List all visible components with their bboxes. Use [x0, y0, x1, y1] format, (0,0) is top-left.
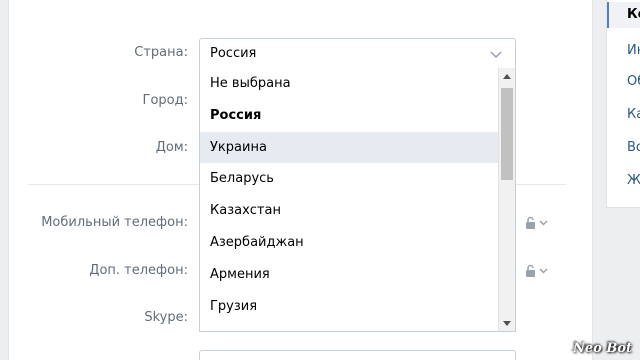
- country-option[interactable]: Украина: [200, 131, 498, 164]
- chevron-down-icon: [490, 51, 502, 59]
- lock-icon: [526, 216, 548, 229]
- mobile-privacy-toggle[interactable]: [524, 215, 554, 231]
- lock-icon: [526, 264, 548, 277]
- country-label: Страна:: [134, 45, 188, 60]
- house-label: Дом:: [155, 140, 188, 155]
- country-option[interactable]: Армения: [200, 259, 498, 291]
- next-field-input[interactable]: [199, 350, 516, 360]
- country-select[interactable]: Россия: [199, 38, 516, 70]
- scroll-up-arrow-icon[interactable]: [503, 74, 511, 79]
- skype-label: Skype:: [144, 310, 188, 325]
- extra-phone-label: Доп. телефон:: [89, 263, 188, 278]
- right-nav-item[interactable]: Во: [627, 140, 640, 155]
- scroll-down-arrow-icon[interactable]: [503, 321, 511, 326]
- city-label: Город:: [142, 93, 188, 108]
- right-nav-active-indicator: [607, 2, 609, 28]
- country-option[interactable]: Азербайджан: [200, 227, 498, 259]
- scrollbar-thumb[interactable]: [501, 88, 513, 180]
- country-option[interactable]: Грузия: [200, 291, 498, 323]
- country-option[interactable]: Не выбрана: [200, 68, 498, 100]
- right-nav-item[interactable]: Об: [627, 74, 640, 89]
- next-field-label: [98, 352, 188, 360]
- right-nav-item[interactable]: Ин: [627, 43, 640, 58]
- watermark: Neo Bot: [572, 341, 632, 356]
- country-dropdown-list[interactable]: Не выбрана Россия Украина Беларусь Казахстан…: [199, 68, 516, 332]
- country-option[interactable]: Казахстан: [200, 195, 498, 227]
- dropdown-scrollbar[interactable]: [498, 68, 515, 331]
- country-option[interactable]: Россия: [200, 100, 498, 132]
- extra-phone-privacy-toggle[interactable]: [524, 263, 554, 279]
- country-select-value: Россия: [210, 46, 257, 61]
- mobile-phone-label: Мобильный телефон:: [41, 215, 188, 230]
- right-nav-item[interactable]: Ж: [627, 173, 640, 188]
- country-option[interactable]: Беларусь: [200, 163, 498, 195]
- right-nav-item[interactable]: Ко: [627, 7, 640, 22]
- right-nav-panel: Ко Ин Об Ка Во Ж: [606, 0, 640, 208]
- right-nav-item[interactable]: Ка: [627, 107, 640, 122]
